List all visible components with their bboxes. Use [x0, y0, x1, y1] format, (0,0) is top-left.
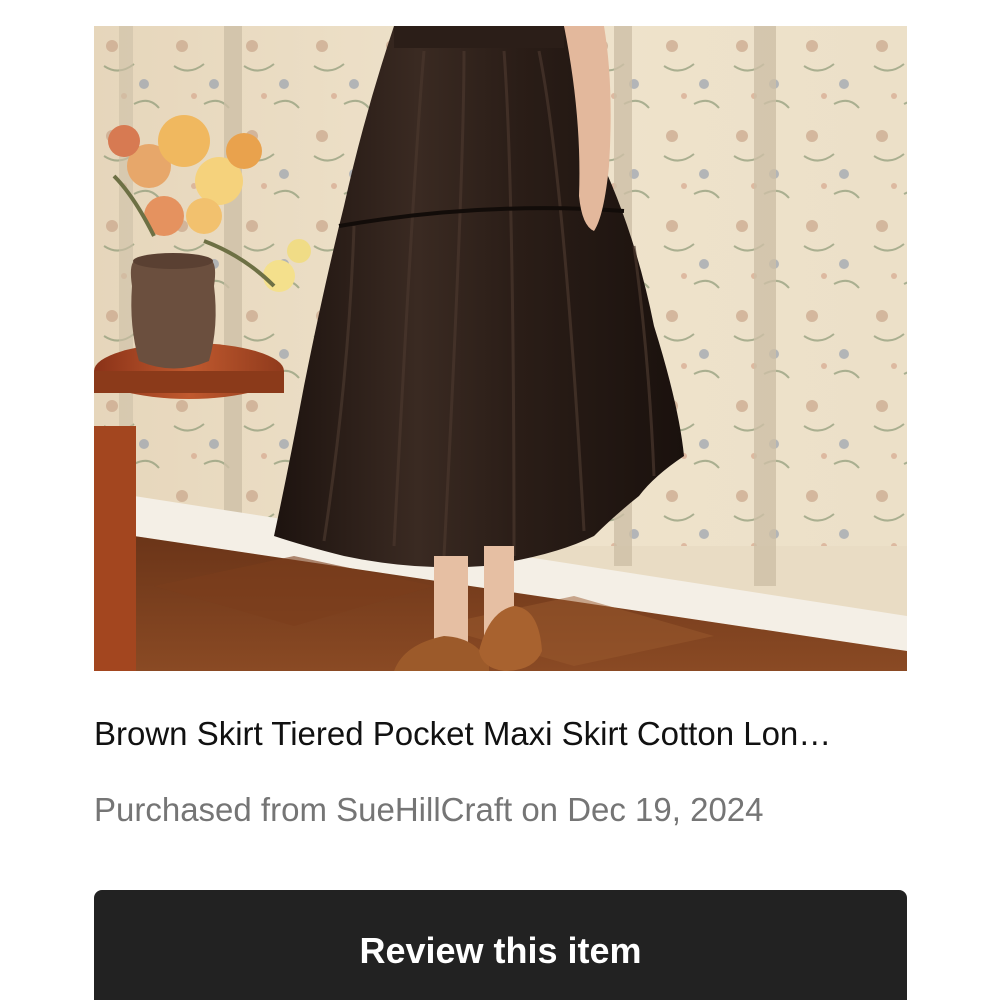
skirt-photo-illustration: [94, 26, 907, 671]
purchase-review-card: Brown Skirt Tiered Pocket Maxi Skirt Cot…: [0, 0, 1000, 1000]
item-title[interactable]: Brown Skirt Tiered Pocket Maxi Skirt Cot…: [94, 712, 894, 756]
purchase-info: Purchased from SueHillCraft on Dec 19, 2…: [94, 791, 764, 828]
review-item-button[interactable]: Review this item: [94, 890, 907, 1000]
product-photo[interactable]: [94, 26, 907, 671]
review-item-button-label: Review this item: [359, 930, 642, 971]
